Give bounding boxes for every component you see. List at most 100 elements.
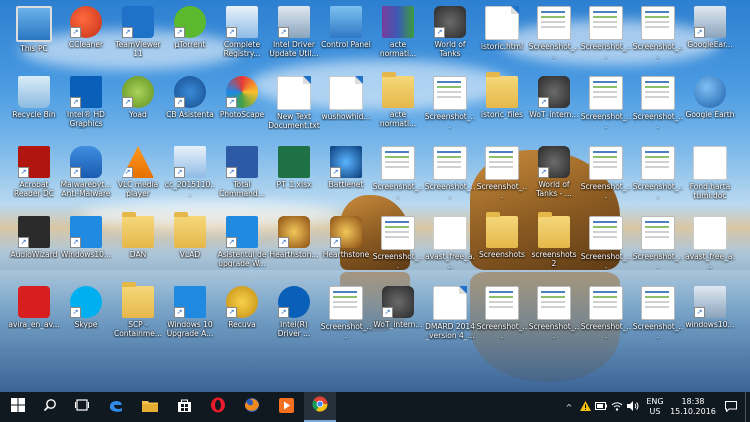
desktop-icon[interactable]: Screenshot_... bbox=[580, 74, 632, 140]
desktop-icon[interactable]: Screenshot_... bbox=[424, 144, 476, 210]
desktop-icon[interactable]: Total Command... bbox=[216, 144, 268, 210]
desktop-icon-label: Intel® HD Graphics Co... bbox=[67, 110, 105, 129]
desktop-icon[interactable]: Screenshot_... bbox=[580, 4, 632, 70]
desktop-icon[interactable]: Hearthstone bbox=[320, 214, 372, 280]
desktop-icon[interactable]: Complete Registry... bbox=[216, 4, 268, 70]
desktop-icon[interactable]: istoric.html bbox=[476, 4, 528, 70]
taskbar-file-explorer[interactable] bbox=[134, 392, 166, 422]
desktop-icon-label: cc_2015110... bbox=[164, 180, 216, 198]
desktop-icon[interactable]: Screenshot_... bbox=[632, 144, 684, 210]
task-view-button[interactable] bbox=[66, 392, 98, 422]
desktop-icon[interactable]: Battlenet bbox=[320, 144, 372, 210]
desktop-icon[interactable]: AudioWizard bbox=[8, 214, 60, 280]
desktop-icon[interactable]: cc_2015110... bbox=[164, 144, 216, 210]
tray-warning[interactable] bbox=[578, 392, 592, 422]
desktop-icon[interactable]: Recuva bbox=[216, 284, 268, 350]
show-hidden-icons-button[interactable]: ^ bbox=[562, 392, 576, 422]
tray-battery[interactable] bbox=[594, 392, 608, 422]
clock-button[interactable]: 18:38 15.10.2016 bbox=[670, 392, 716, 422]
desktop-icon[interactable]: acte normati... bbox=[372, 72, 424, 140]
desktop-icon[interactable]: DMARD 2014 _version 4_... bbox=[424, 284, 476, 350]
tray-volume[interactable] bbox=[626, 392, 640, 422]
desktop-icon[interactable]: World of Tanks - ... bbox=[528, 144, 580, 210]
taskbar-edge[interactable] bbox=[100, 392, 132, 422]
desktop-icon[interactable]: Windows10... bbox=[60, 214, 112, 280]
desktop-icon[interactable]: Hearthston... bbox=[268, 214, 320, 280]
desktop-icon[interactable]: Screenshot_... bbox=[372, 214, 424, 280]
desktop-icon[interactable]: Screenshot_... bbox=[580, 284, 632, 350]
desktop-icon[interactable]: Malwarebyt... Anti-Malware bbox=[60, 144, 112, 210]
search-button[interactable] bbox=[34, 392, 66, 422]
desktop-icon[interactable]: wushowhid... bbox=[320, 74, 372, 140]
desktop-icon[interactable]: TeamViewer 11 bbox=[112, 4, 164, 70]
desktop[interactable]: This PC CCleaner TeamViewer 11 µTorrent Comp… bbox=[0, 0, 750, 392]
desktop-icon-label: µTorrent bbox=[174, 40, 206, 49]
desktop-icon[interactable]: Screenshot_... bbox=[632, 74, 684, 140]
desktop-icon[interactable]: avira_en_av... bbox=[8, 284, 60, 350]
desktop-icon[interactable]: VLC media player bbox=[112, 144, 164, 210]
taskbar-store[interactable] bbox=[168, 392, 200, 422]
desktop-icon[interactable]: Asistentul de upgrade W... bbox=[216, 214, 268, 280]
desktop-icon[interactable]: Screenshot_... bbox=[528, 284, 580, 350]
taskbar-firefox[interactable] bbox=[236, 392, 268, 422]
desktop-icon[interactable]: Screenshot_... bbox=[476, 144, 528, 210]
desktop-icon[interactable]: Screenshot_... bbox=[632, 4, 684, 70]
desktop-icon[interactable]: Google Earth bbox=[684, 74, 736, 140]
desktop-icon[interactable]: Screenshots bbox=[476, 212, 528, 280]
taskbar-chrome[interactable] bbox=[304, 392, 336, 422]
desktop-icon[interactable]: WoT_intern... bbox=[372, 284, 424, 350]
desktop-icon[interactable]: Acrobat Reader DC bbox=[8, 144, 60, 210]
input-language-button[interactable]: ENG US bbox=[644, 392, 666, 422]
desktop-icon[interactable]: New Text Document.txt bbox=[268, 74, 320, 140]
desktop-icon[interactable]: This PC bbox=[8, 4, 60, 70]
desktop-icon[interactable]: CB Asistenta bbox=[164, 74, 216, 140]
desktop-icon[interactable]: acte normati... bbox=[372, 4, 424, 70]
desktop-icon[interactable]: Intel® HD Graphics Co... bbox=[60, 74, 112, 140]
desktop-icon[interactable]: GoogleEar... bbox=[684, 4, 736, 70]
desktop-icon[interactable]: Control Panel bbox=[320, 4, 372, 70]
screenshot-icon bbox=[641, 286, 675, 320]
desktop-icon[interactable]: istoric_files bbox=[476, 72, 528, 140]
desktop-icon[interactable]: screenshots 2 bbox=[528, 212, 580, 280]
desktop-icon[interactable]: µTorrent bbox=[164, 4, 216, 70]
desktop-icon[interactable]: Windows 10 Upgrade A... bbox=[164, 284, 216, 350]
desktop-icon[interactable]: Screenshot_... bbox=[424, 74, 476, 140]
desktop-icon[interactable]: WoT_intern... bbox=[528, 74, 580, 140]
desktop-icon[interactable]: Screenshot_... bbox=[476, 284, 528, 350]
desktop-icon[interactable]: VLAD bbox=[164, 212, 216, 280]
desktop-icon[interactable]: Intel(R) Driver ... bbox=[268, 284, 320, 350]
desktop-icon[interactable]: Screenshot_... bbox=[632, 214, 684, 280]
screenshot-icon bbox=[641, 76, 675, 110]
desktop-icon[interactable]: Skype bbox=[60, 284, 112, 350]
desktop-icon[interactable]: avast_free_a... bbox=[684, 214, 736, 280]
desktop-icon[interactable]: windows10... bbox=[684, 284, 736, 350]
desktop-icon[interactable]: PhotoScape bbox=[216, 74, 268, 140]
desktop-icon[interactable]: SCP - Containme... bbox=[112, 282, 164, 350]
folder-icon bbox=[486, 212, 518, 248]
desktop-icon-label: CCleaner bbox=[68, 40, 104, 49]
text-file-icon bbox=[277, 76, 311, 110]
desktop-icon[interactable]: Intel Driver Update Util... bbox=[268, 4, 320, 70]
desktop-icon[interactable]: Recycle Bin bbox=[8, 74, 60, 140]
desktop-icon[interactable]: Fond harta tumi.doc bbox=[684, 144, 736, 210]
desktop-icon[interactable]: Yoad bbox=[112, 74, 164, 140]
desktop-icon[interactable]: World of Tanks bbox=[424, 4, 476, 70]
tray-network[interactable] bbox=[610, 392, 624, 422]
desktop-icon[interactable]: Screenshot_... bbox=[580, 214, 632, 280]
desktop-icon-label: Hearthstone bbox=[322, 250, 370, 259]
desktop-icon[interactable]: CCleaner bbox=[60, 4, 112, 70]
desktop-icon[interactable]: Screenshot_... bbox=[320, 284, 372, 350]
desktop-icon[interactable]: Screenshot_... bbox=[372, 144, 424, 210]
desktop-icon[interactable]: Screenshot_... bbox=[528, 4, 580, 70]
action-center-button[interactable] bbox=[722, 392, 740, 422]
desktop-icon[interactable]: Screenshot_... bbox=[632, 284, 684, 350]
desktop-icon[interactable]: Screenshot_... bbox=[580, 144, 632, 210]
start-button[interactable] bbox=[2, 392, 34, 422]
show-desktop-button[interactable] bbox=[745, 392, 750, 422]
desktop-icon[interactable]: avast_free_a... bbox=[424, 214, 476, 280]
taskbar-media-player[interactable] bbox=[270, 392, 302, 422]
desktop-icon[interactable]: PT_1.xlsx bbox=[268, 144, 320, 210]
desktop-icon[interactable]: DAN bbox=[112, 212, 164, 280]
ccleaner-icon bbox=[70, 6, 102, 38]
taskbar-opera[interactable] bbox=[202, 392, 234, 422]
